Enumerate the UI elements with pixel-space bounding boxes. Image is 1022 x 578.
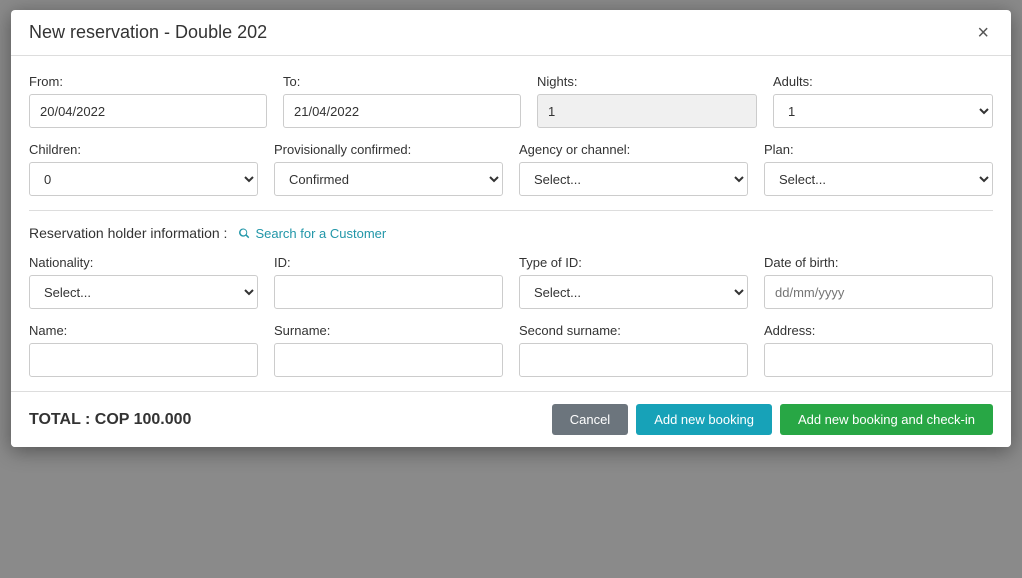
type-of-id-select-wrapper: Select... Passport ID Card Driver's Lice… <box>519 275 748 309</box>
second-surname-label: Second surname: <box>519 323 748 338</box>
agency-group: Agency or channel: Select... <box>519 142 748 196</box>
children-select[interactable]: 0 1 2 3 <box>29 162 258 196</box>
close-button[interactable]: × <box>973 23 993 43</box>
second-surname-input[interactable] <box>519 343 748 377</box>
dob-label: Date of birth: <box>764 255 993 270</box>
modal-footer: TOTAL : COP 100.000 Cancel Add new booki… <box>11 391 1011 447</box>
address-input[interactable] <box>764 343 993 377</box>
id-input[interactable] <box>274 275 503 309</box>
prov-confirmed-group: Provisionally confirmed: Confirmed Provi… <box>274 142 503 196</box>
address-label: Address: <box>764 323 993 338</box>
to-input[interactable] <box>283 94 521 128</box>
nights-group: Nights: <box>537 74 757 128</box>
type-of-id-group: Type of ID: Select... Passport ID Card D… <box>519 255 748 309</box>
name-label: Name: <box>29 323 258 338</box>
from-label: From: <box>29 74 267 89</box>
plan-label: Plan: <box>764 142 993 157</box>
dob-group: Date of birth: <box>764 255 993 309</box>
search-customer-link[interactable]: Search for a Customer <box>237 226 386 241</box>
from-group: From: <box>29 74 267 128</box>
modal-header: New reservation - Double 202 × <box>11 10 1011 56</box>
reservation-holder-title: Reservation holder information : <box>29 225 227 241</box>
modal-body: From: To: Nights: Adults: 1 2 3 <box>11 56 1011 391</box>
name-group: Name: <box>29 323 258 377</box>
dob-input[interactable] <box>764 275 993 309</box>
nights-label: Nights: <box>537 74 757 89</box>
to-group: To: <box>283 74 521 128</box>
from-input[interactable] <box>29 94 267 128</box>
cancel-button[interactable]: Cancel <box>552 404 628 435</box>
identity-row: Nationality: Select... ID: Type of ID: <box>29 255 993 309</box>
adults-label: Adults: <box>773 74 993 89</box>
second-surname-group: Second surname: <box>519 323 748 377</box>
add-booking-button[interactable]: Add new booking <box>636 404 772 435</box>
to-label: To: <box>283 74 521 89</box>
id-label: ID: <box>274 255 503 270</box>
surname-input[interactable] <box>274 343 503 377</box>
adults-select[interactable]: 1 2 3 4 5 <box>773 94 993 128</box>
modal-overlay: New reservation - Double 202 × From: To:… <box>0 0 1022 578</box>
type-of-id-select[interactable]: Select... Passport ID Card Driver's Lice… <box>519 275 748 309</box>
nationality-select[interactable]: Select... <box>29 275 258 309</box>
options-row: Children: 0 1 2 3 Provisionally confirme… <box>29 142 993 196</box>
address-group: Address: <box>764 323 993 377</box>
search-customer-label: Search for a Customer <box>255 226 386 241</box>
footer-buttons: Cancel Add new booking Add new booking a… <box>552 404 993 435</box>
modal-title: New reservation - Double 202 <box>29 22 267 43</box>
plan-select[interactable]: Select... <box>764 162 993 196</box>
name-row: Name: Surname: Second surname: Address: <box>29 323 993 377</box>
type-of-id-label: Type of ID: <box>519 255 748 270</box>
add-booking-checkin-button[interactable]: Add new booking and check-in <box>780 404 993 435</box>
nationality-group: Nationality: Select... <box>29 255 258 309</box>
search-icon <box>237 226 251 240</box>
total-label: TOTAL : COP 100.000 <box>29 411 191 429</box>
nationality-label: Nationality: <box>29 255 258 270</box>
modal-dialog: New reservation - Double 202 × From: To:… <box>11 10 1011 447</box>
id-group: ID: <box>274 255 503 309</box>
nights-input[interactable] <box>537 94 757 128</box>
children-group: Children: 0 1 2 3 <box>29 142 258 196</box>
nationality-select-wrapper: Select... <box>29 275 258 309</box>
adults-group: Adults: 1 2 3 4 5 <box>773 74 993 128</box>
name-input[interactable] <box>29 343 258 377</box>
surname-group: Surname: <box>274 323 503 377</box>
section-divider <box>29 210 993 211</box>
prov-confirmed-label: Provisionally confirmed: <box>274 142 503 157</box>
agency-label: Agency or channel: <box>519 142 748 157</box>
prov-confirmed-select[interactable]: Confirmed Provisional Cancelled <box>274 162 503 196</box>
agency-select[interactable]: Select... <box>519 162 748 196</box>
surname-label: Surname: <box>274 323 503 338</box>
children-label: Children: <box>29 142 258 157</box>
plan-group: Plan: Select... <box>764 142 993 196</box>
dates-row: From: To: Nights: Adults: 1 2 3 <box>29 74 993 128</box>
reservation-holder-header: Reservation holder information : Search … <box>29 225 993 241</box>
